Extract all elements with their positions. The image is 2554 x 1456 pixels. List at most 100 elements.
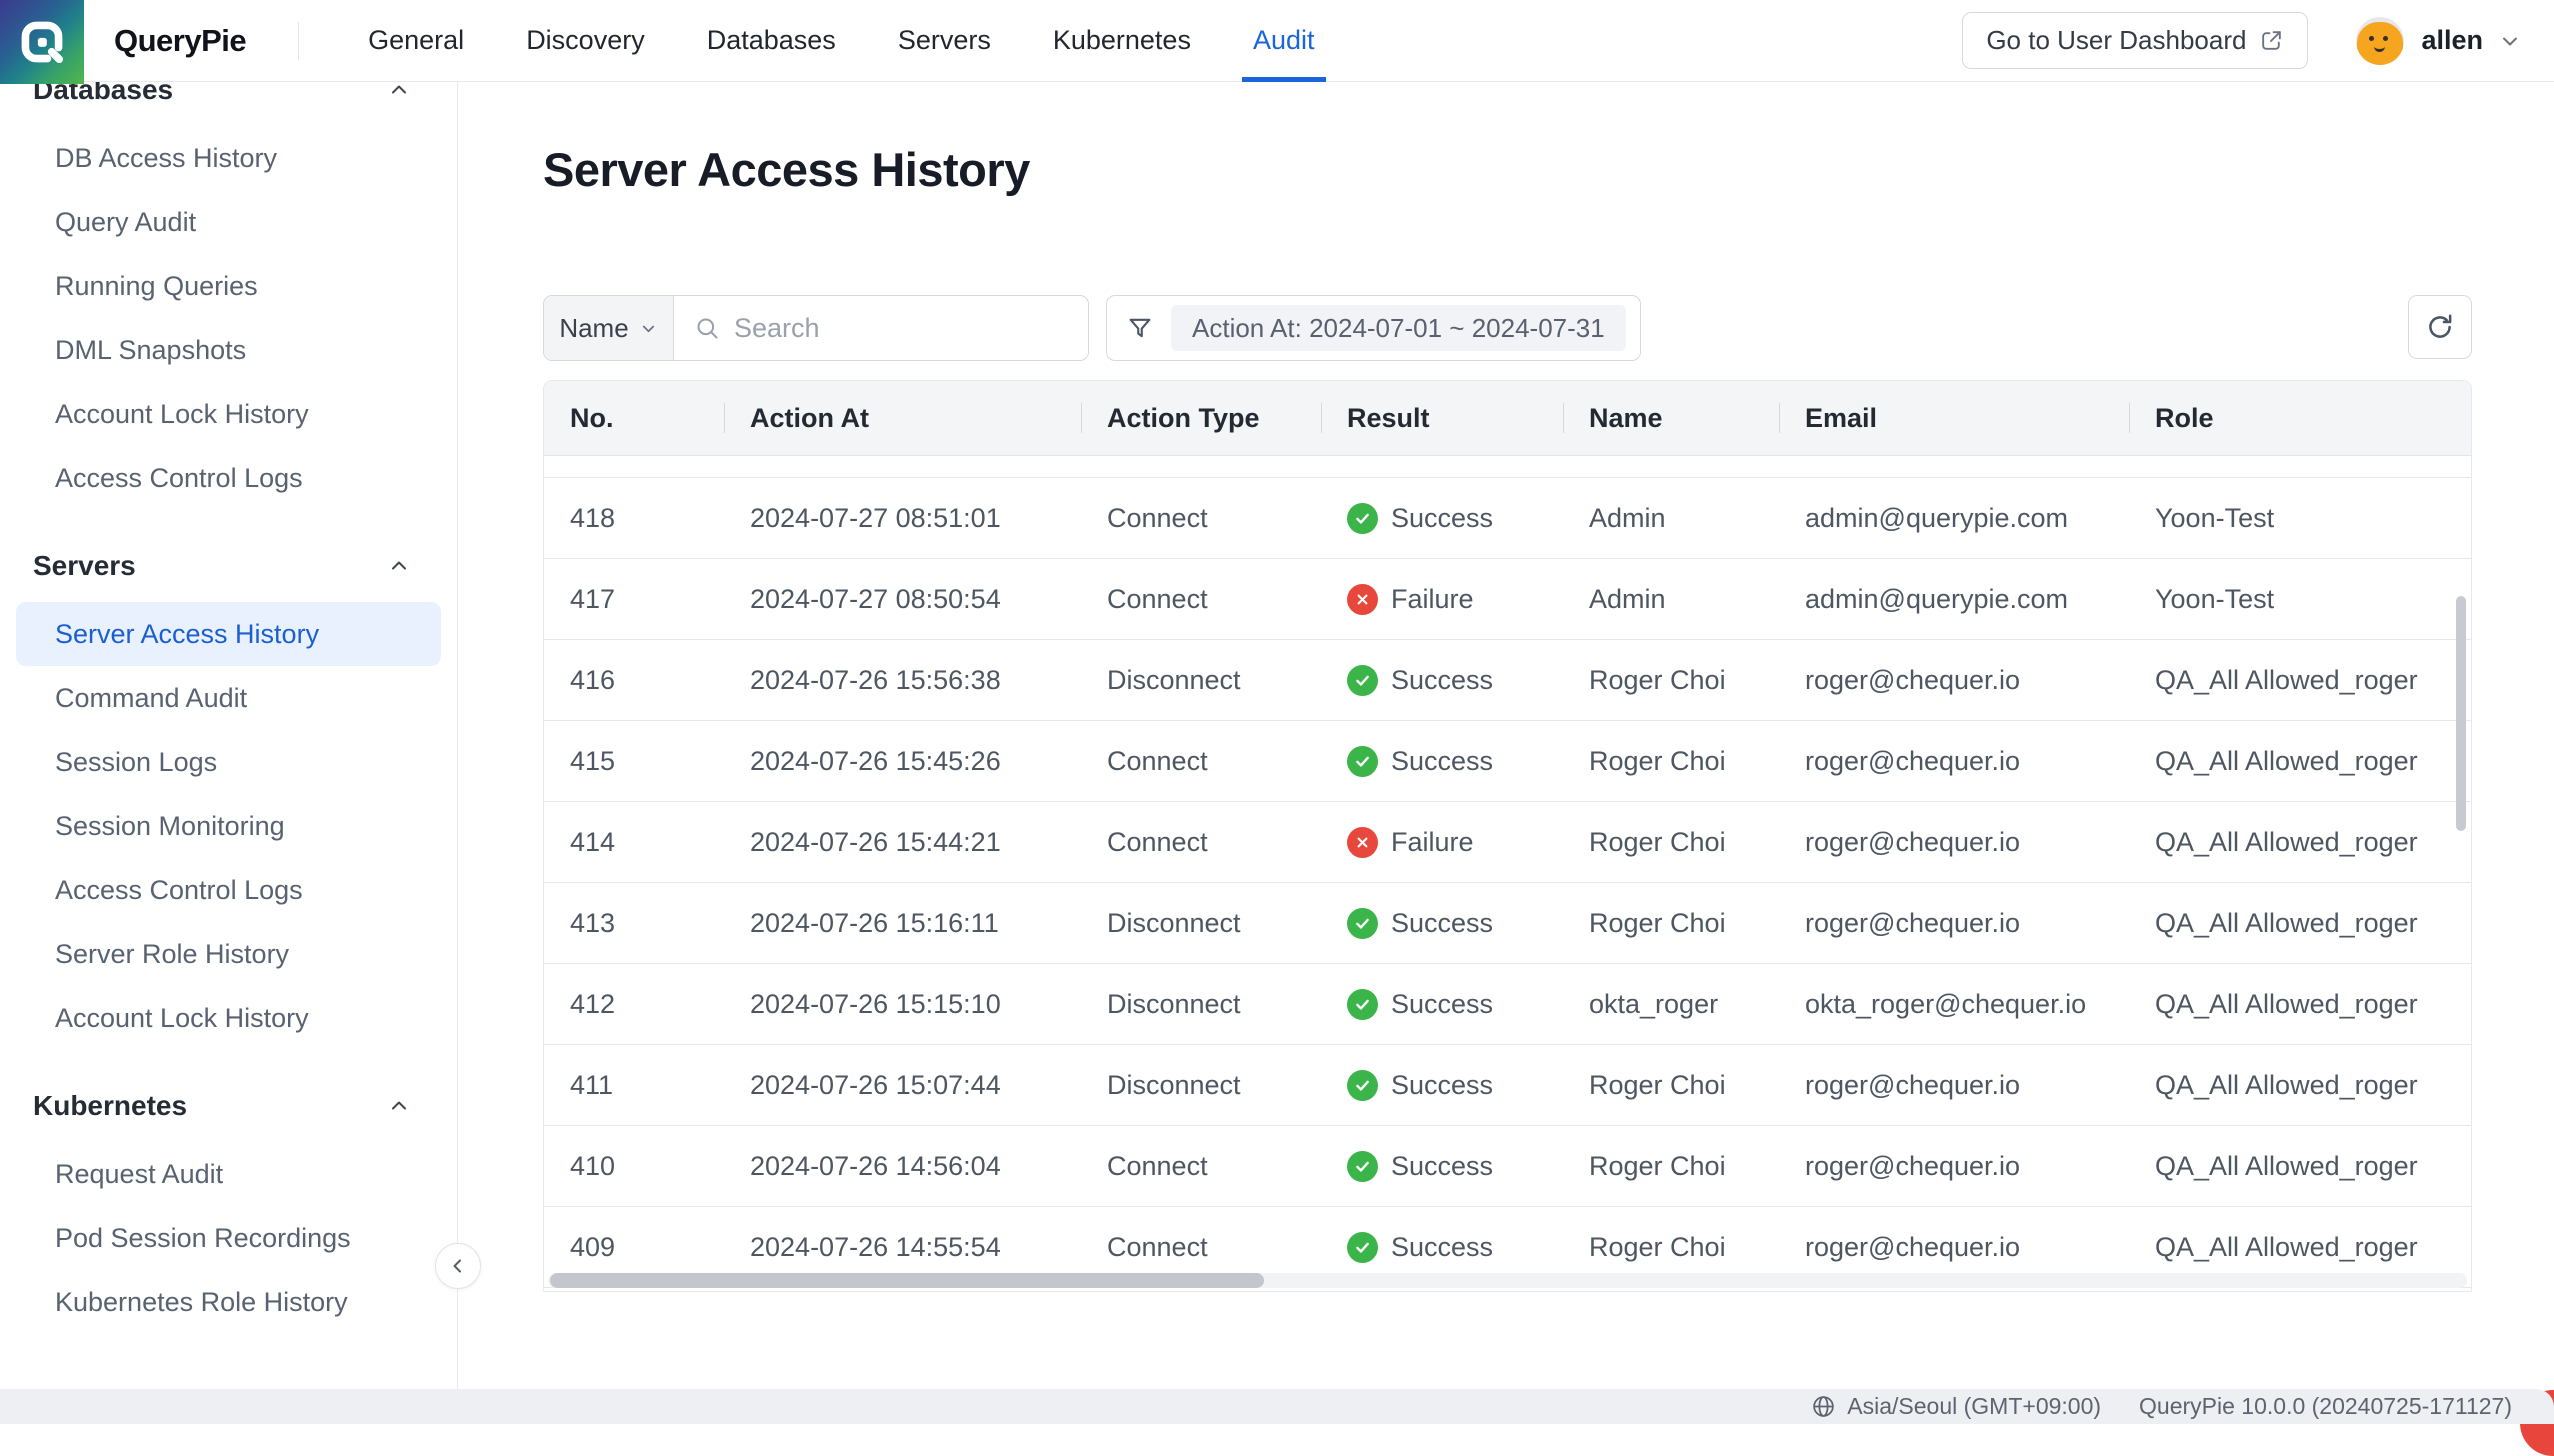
horizontal-scrollbar[interactable] [550,1273,1264,1288]
nav-item-servers[interactable]: Servers [867,0,1022,82]
nav-item-audit[interactable]: Audit [1222,0,1346,82]
success-check-icon [1353,671,1372,690]
table-row[interactable]: 415 2024-07-26 15:45:26 Connect Success … [544,721,2471,802]
cell-result: Success [1321,746,1563,777]
result-label: Success [1391,1232,1493,1263]
cell-no: 410 [544,1151,724,1182]
avatar-face [2357,22,2403,65]
sidebar-item-running-queries[interactable]: Running Queries [16,254,441,318]
cell-email: roger@chequer.io [1779,1151,2129,1182]
cell-name: okta_roger [1563,989,1779,1020]
search-controls: Name Action At: 2024-07-01 ~ 2024-07-31 [543,295,1641,361]
column-header-action-at: Action At [724,381,1081,455]
nav-item-general[interactable]: General [337,0,495,82]
cell-role: QA_All Allowed_roger [2129,746,2471,777]
cell-role: QA_All Allowed_roger [2129,908,2471,939]
result-label: Success [1391,908,1493,939]
chevron-up-icon [387,554,411,578]
sidebar-item-server-access-history[interactable]: Server Access History [16,602,441,666]
result-label: Success [1391,989,1493,1020]
cell-action-at: 2024-07-26 15:45:26 [724,746,1081,777]
nav-item-discovery[interactable]: Discovery [495,0,676,82]
sidebar-item-kubernetes-role-history[interactable]: Kubernetes Role History [16,1270,441,1334]
column-header-email: Email [1779,381,2129,455]
chevron-left-icon [446,1254,470,1278]
cell-name: Roger Choi [1563,908,1779,939]
sidebar-item-session-logs[interactable]: Session Logs [16,730,441,794]
querypie-logo[interactable] [0,0,84,84]
table-row[interactable]: 411 2024-07-26 15:07:44 Disconnect Succe… [544,1045,2471,1126]
vertical-scrollbar[interactable] [2456,596,2466,831]
cell-action-type: Disconnect [1081,908,1321,939]
sidebar-section-databases: Databases DB Access History Query Audit … [0,82,457,510]
search-box [674,296,1088,360]
sidebar-section-servers-header[interactable]: Servers [0,544,457,588]
sidebar-item-account-lock-history[interactable]: Account Lock History [16,986,441,1050]
sidebar-section-databases-header[interactable]: Databases [0,82,457,112]
nav-item-kubernetes[interactable]: Kubernetes [1022,0,1222,82]
result-badge [1347,1232,1378,1263]
cell-email: admin@querypie.com [1779,503,2129,534]
success-check-icon [1353,1157,1372,1176]
sidebar-item-db-access-history[interactable]: DB Access History [16,126,441,190]
search-field-select[interactable]: Name [544,296,674,360]
nav-item-databases[interactable]: Databases [676,0,867,82]
cell-name: Roger Choi [1563,665,1779,696]
go-to-user-dashboard-button[interactable]: Go to User Dashboard [1962,12,2308,69]
success-check-icon [1353,509,1372,528]
sidebar-collapse-button[interactable] [435,1243,481,1289]
sidebar-item-query-audit[interactable]: Query Audit [16,190,441,254]
sidebar-item-access-control-logs[interactable]: Access Control Logs [16,446,441,510]
table-row[interactable]: 412 2024-07-26 15:15:10 Disconnect Succe… [544,964,2471,1045]
table-row[interactable]: 410 2024-07-26 14:56:04 Connect Success … [544,1126,2471,1207]
table-body: 418 2024-07-27 08:51:01 Connect Success … [544,478,2471,1288]
chevron-down-icon[interactable] [2498,29,2522,53]
section-label: Kubernetes [33,1090,187,1122]
search-input[interactable] [734,313,1088,344]
result-label: Failure [1391,584,1474,615]
cell-action-at: 2024-07-26 15:07:44 [724,1070,1081,1101]
page-title: Server Access History [543,142,1030,197]
sidebar-item-account-lock-history[interactable]: Account Lock History [16,382,441,446]
result-badge [1347,827,1378,858]
result-label: Success [1391,503,1493,534]
sidebar-item-command-audit[interactable]: Command Audit [16,666,441,730]
filter-funnel-icon[interactable] [1126,314,1154,342]
search-group: Name [543,295,1089,361]
cell-result: Success [1321,989,1563,1020]
result-badge [1347,584,1378,615]
action-at-filter-chip[interactable]: Action At: 2024-07-01 ~ 2024-07-31 [1171,305,1626,351]
cell-name: Admin [1563,503,1779,534]
refresh-button[interactable] [2408,295,2472,359]
cell-result: Failure [1321,584,1563,615]
sidebar-item-pod-session-recordings[interactable]: Pod Session Recordings [16,1206,441,1270]
table-row[interactable]: 418 2024-07-27 08:51:01 Connect Success … [544,478,2471,559]
table-row[interactable]: 413 2024-07-26 15:16:11 Disconnect Succe… [544,883,2471,964]
cell-email: roger@chequer.io [1779,1232,2129,1263]
sidebar-item-session-monitoring[interactable]: Session Monitoring [16,794,441,858]
cell-role: QA_All Allowed_roger [2129,1232,2471,1263]
cell-role: Yoon-Test [2129,584,2471,615]
table-row[interactable]: 416 2024-07-26 15:56:38 Disconnect Succe… [544,640,2471,721]
cell-no: 417 [544,584,724,615]
sidebar-item-server-role-history[interactable]: Server Role History [16,922,441,986]
sidebar-item-request-audit[interactable]: Request Audit [16,1142,441,1206]
main-content: Server Access History Name Action At: [459,82,2554,1389]
sidebar-section-kubernetes-header[interactable]: Kubernetes [0,1084,457,1128]
sidebar-item-access-control-logs[interactable]: Access Control Logs [16,858,441,922]
avatar[interactable] [2356,17,2404,65]
cell-email: okta_roger@chequer.io [1779,989,2129,1020]
table-row[interactable]: 414 2024-07-26 15:44:21 Connect Failure … [544,802,2471,883]
external-link-icon [2259,28,2284,53]
cell-no: 416 [544,665,724,696]
cell-action-type: Connect [1081,1151,1321,1182]
cell-action-at: 2024-07-26 15:16:11 [724,908,1081,939]
cell-action-type: Connect [1081,503,1321,534]
cell-action-type: Connect [1081,827,1321,858]
table-row[interactable]: 417 2024-07-27 08:50:54 Connect Failure … [544,559,2471,640]
cell-result: Failure [1321,827,1563,858]
cell-email: roger@chequer.io [1779,908,2129,939]
search-icon [694,315,721,342]
cell-email: roger@chequer.io [1779,665,2129,696]
sidebar-item-dml-snapshots[interactable]: DML Snapshots [16,318,441,382]
